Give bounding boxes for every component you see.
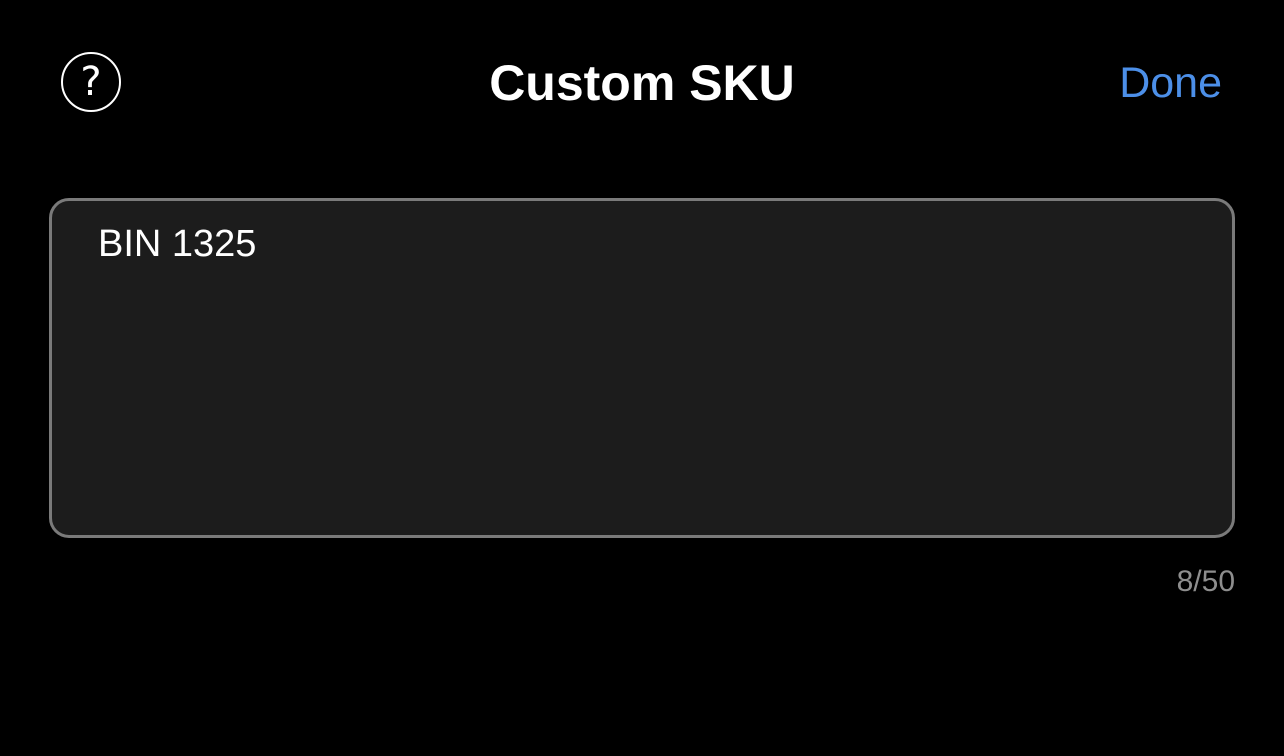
page-title: Custom SKU	[489, 55, 795, 111]
custom-sku-screen: ? Custom SKU Done BIN 1325 8/50	[0, 0, 1284, 756]
sku-text-field[interactable]: BIN 1325	[49, 198, 1235, 538]
character-counter: 8/50	[1176, 565, 1235, 598]
sku-input-value[interactable]: BIN 1325	[98, 219, 256, 269]
done-button[interactable]: Done	[1119, 54, 1222, 112]
